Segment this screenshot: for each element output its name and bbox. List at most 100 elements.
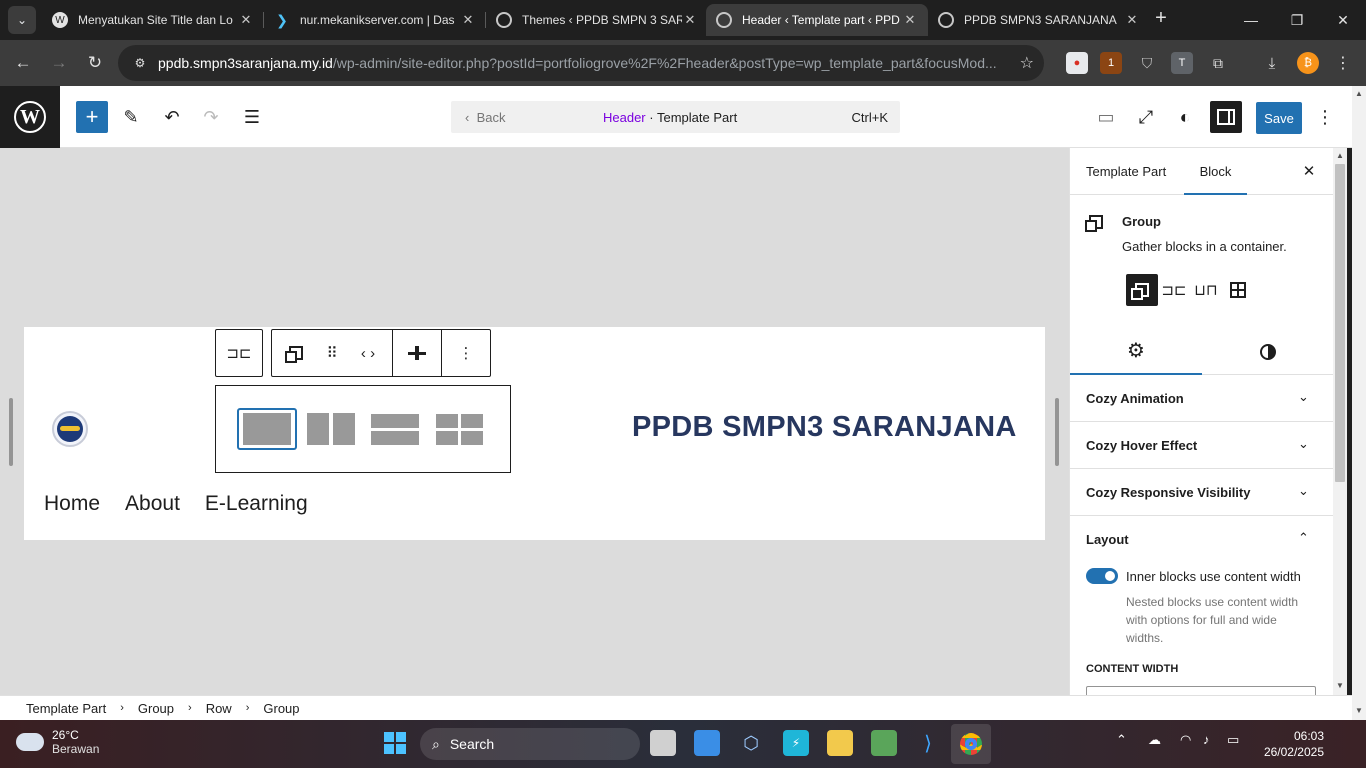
weather-widget[interactable]: 26°C Berawan (16, 728, 99, 756)
drag-handle-icon[interactable]: ⠿ (320, 330, 344, 376)
move-arrows-icon[interactable]: ‹ › (344, 330, 392, 376)
wordpress-logo-icon[interactable]: W (0, 86, 60, 148)
resize-handle-left[interactable] (9, 398, 13, 466)
variation-group-icon[interactable] (237, 408, 297, 450)
variation-group-button[interactable] (1126, 274, 1158, 306)
content-width-toggle[interactable] (1086, 568, 1118, 584)
variation-row-button[interactable]: ⊐⊏ (1158, 274, 1190, 306)
block-inserter-button[interactable]: + (76, 101, 108, 133)
breadcrumb-item[interactable]: Template Part (26, 701, 106, 716)
bitcoin-icon[interactable]: ₿ (1297, 52, 1319, 74)
resize-handle-right[interactable] (1055, 398, 1059, 466)
vscode-icon[interactable]: ⟩ (915, 730, 941, 756)
site-title[interactable]: PPDB SMPN3 SARANJANA (632, 411, 1017, 444)
breadcrumb-item[interactable]: Group (138, 701, 174, 716)
group-block-icon[interactable] (272, 330, 320, 376)
block-options-icon[interactable]: ⋮ (442, 330, 490, 376)
browser-tab[interactable]: W Menyatukan Site Title dan Lo ✕ (42, 4, 264, 36)
list-view-icon[interactable]: ☰ (237, 102, 267, 132)
variation-grid-button[interactable] (1222, 274, 1254, 306)
site-info-icon[interactable]: ⚙ (130, 53, 150, 73)
reload-icon[interactable]: ↻ (82, 50, 108, 76)
variation-row-icon[interactable] (304, 408, 358, 450)
bookmark-star-icon[interactable]: ☆ (1020, 53, 1034, 73)
page-scrollbar[interactable]: ▲ ▼ (1352, 86, 1366, 720)
command-palette-bar[interactable]: ‹ Back Header · Template Part Ctrl+K (451, 101, 900, 133)
onedrive-icon[interactable]: ☁ (1148, 732, 1161, 748)
extension-t-icon[interactable]: T (1171, 52, 1193, 74)
volume-icon[interactable]: ♪ (1203, 732, 1210, 747)
windows-start-icon[interactable] (384, 732, 406, 754)
variation-grid-icon[interactable] (432, 408, 486, 450)
breadcrumb-item[interactable]: Group (263, 701, 299, 716)
system-clock[interactable]: 06:03 26/02/2025 (1262, 728, 1324, 760)
extension-record-icon[interactable]: ● (1066, 52, 1088, 74)
breadcrumb-item[interactable]: Row (206, 701, 232, 716)
browser-tab[interactable]: PPDB SMPN3 SARANJANA ✕ (928, 4, 1150, 36)
browser-tab-active[interactable]: Header ‹ Template part ‹ PPD ✕ (706, 4, 928, 36)
select-parent-button[interactable]: ⊐⊏ (215, 329, 263, 377)
tab-close-icon[interactable]: ✕ (238, 12, 254, 28)
tab-template-part[interactable]: Template Part (1086, 148, 1166, 195)
tab-block[interactable]: Block (1184, 148, 1247, 195)
extension-badge-icon[interactable]: 1 (1100, 52, 1122, 74)
nav-item-e-learning[interactable]: E-Learning (205, 492, 308, 516)
variation-stack-button[interactable]: ⊔⊓ (1190, 274, 1222, 306)
url-bar[interactable]: ⚙ ppdb.smpn3saranjana.my.id/wp-admin/sit… (118, 45, 1044, 81)
tab-close-icon[interactable]: ✕ (682, 12, 698, 28)
new-tab-button[interactable]: + (1150, 8, 1172, 30)
browser-tab[interactable]: ❯ nur.mekanikserver.com | Das ✕ (264, 4, 486, 36)
settings-gear-icon[interactable]: ⚙ (1070, 328, 1202, 375)
redo-icon[interactable]: ↷ (196, 102, 226, 132)
virtualbox-icon[interactable]: ⬡ (738, 730, 764, 756)
content-width-input[interactable] (1086, 686, 1316, 695)
align-icon[interactable] (393, 330, 441, 376)
taskbar-search[interactable]: ⌕ Search (420, 728, 640, 760)
extensions-puzzle-icon[interactable]: ⧉ (1207, 52, 1229, 74)
file-explorer-icon[interactable] (827, 730, 853, 756)
panel-cozy-responsive-visibility[interactable]: Cozy Responsive Visibility ⌄ (1070, 469, 1333, 516)
panel-cozy-animation[interactable]: Cozy Animation ⌄ (1070, 375, 1333, 422)
site-logo[interactable] (52, 411, 88, 447)
browser-menu-icon[interactable]: ⋮ (1332, 52, 1354, 74)
close-window-icon[interactable]: ✕ (1320, 0, 1366, 40)
variation-stack-icon[interactable] (368, 408, 422, 450)
chrome-icon[interactable] (951, 724, 991, 764)
tab-close-icon[interactable]: ✕ (1124, 12, 1140, 28)
tab-close-icon[interactable]: ✕ (902, 12, 918, 28)
styles-icon[interactable]: ◐ (1170, 102, 1200, 132)
wifi-icon[interactable]: ◠ (1180, 732, 1191, 748)
back-arrow-icon[interactable]: ← (10, 50, 36, 76)
extension-shield-icon[interactable]: ⛉ (1136, 52, 1158, 74)
task-view-icon[interactable] (650, 730, 676, 756)
url-text[interactable]: ppdb.smpn3saranjana.my.id/wp-admin/site-… (158, 55, 1008, 71)
options-menu-icon[interactable]: ⋮ (1310, 102, 1340, 132)
save-button[interactable]: Save (1256, 102, 1302, 134)
header-template-preview[interactable]: PPDB SMPN3 SARANJANA Home About E-Learni… (24, 327, 1045, 540)
widgets-app-icon[interactable] (694, 730, 720, 756)
styles-contrast-icon[interactable] (1202, 328, 1333, 375)
nav-item-about[interactable]: About (125, 492, 180, 516)
browser-tab[interactable]: Themes ‹ PPDB SMPN 3 SAR ✕ (486, 4, 708, 36)
undo-icon[interactable]: ↶ (157, 102, 187, 132)
forward-arrow-icon[interactable]: → (46, 50, 72, 76)
tab-search-button[interactable]: ⌄ (8, 6, 36, 34)
back-link[interactable]: ‹ Back (465, 110, 505, 125)
download-icon[interactable]: ⤓ (1261, 52, 1283, 74)
network-app-icon[interactable] (871, 730, 897, 756)
zoom-out-icon[interactable]: ⤢ (1131, 102, 1161, 132)
panel-cozy-hover-effect[interactable]: Cozy Hover Effect ⌄ (1070, 422, 1333, 469)
device-preview-icon[interactable]: ▭ (1091, 102, 1121, 132)
sidebar-scrollbar[interactable]: ▲ ▼ (1333, 148, 1347, 695)
settings-sidebar-toggle[interactable] (1210, 101, 1242, 133)
bolt-app-icon[interactable]: ⚡ (783, 730, 809, 756)
battery-icon[interactable]: ▭ (1227, 732, 1239, 748)
minimize-icon[interactable]: — (1228, 0, 1274, 40)
panel-layout[interactable]: Layout ⌃ (1070, 516, 1333, 563)
restore-icon[interactable]: ❐ (1274, 0, 1320, 40)
pencil-tool-icon[interactable]: ✎ (116, 102, 146, 132)
tab-close-icon[interactable]: ✕ (460, 12, 476, 28)
close-icon[interactable]: ✕ (1300, 162, 1318, 180)
parent-group-icon[interactable]: ⊐⊏ (216, 330, 262, 376)
nav-item-home[interactable]: Home (44, 492, 100, 516)
